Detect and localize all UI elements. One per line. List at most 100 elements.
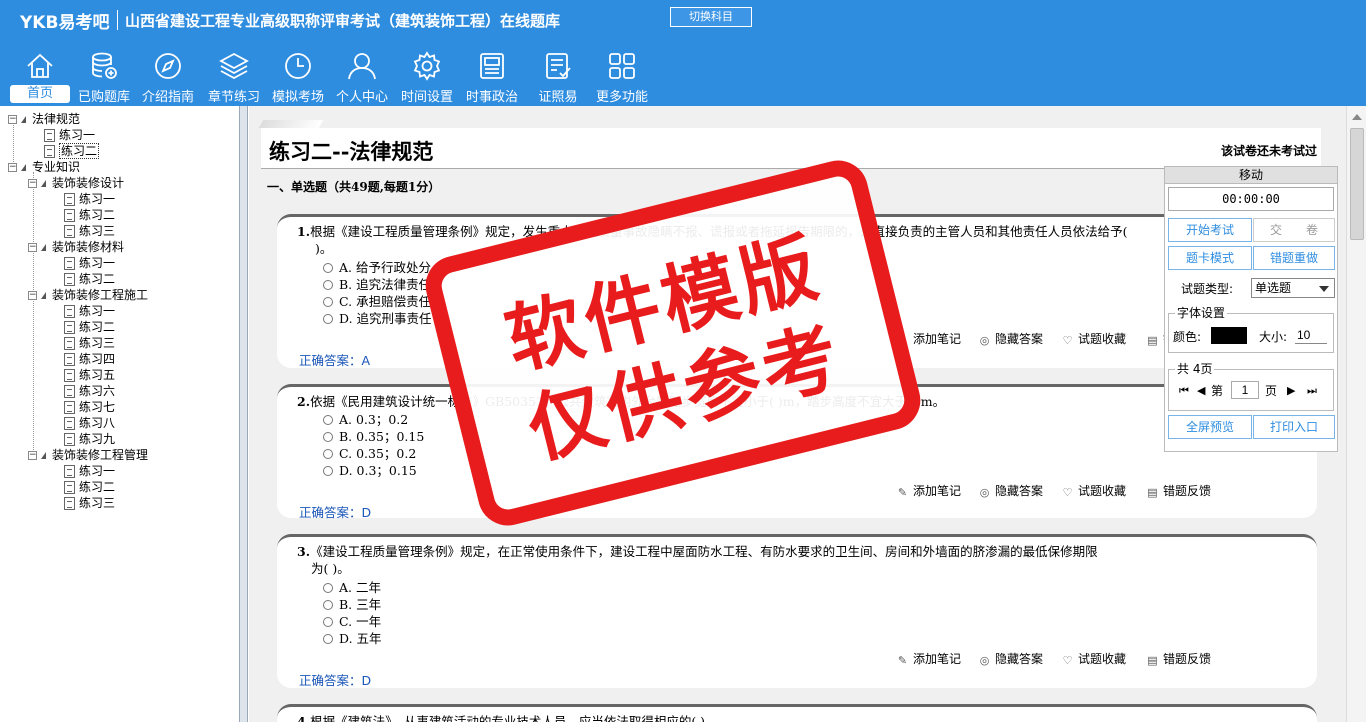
nav-more[interactable]: 更多功能: [590, 46, 654, 105]
tree-node-group[interactable]: − 装饰装修工程施工: [28, 287, 148, 303]
switch-subject-button[interactable]: 切换科目: [670, 7, 752, 27]
option-d[interactable]: D. 0.3；0.15: [323, 462, 417, 479]
tree-node-root[interactable]: − 专业知识: [8, 159, 80, 175]
option-d[interactable]: D. 五年: [323, 630, 382, 647]
tree-node-group[interactable]: − 装饰装修材料: [28, 239, 124, 255]
tree-leaf[interactable]: 练习四: [64, 351, 115, 367]
radio-button[interactable]: [323, 600, 333, 610]
radio-button[interactable]: [323, 634, 333, 644]
tree-node-root[interactable]: − 法律规范: [8, 111, 80, 127]
nav-guide[interactable]: 介绍指南: [136, 46, 200, 105]
grid-icon: [606, 50, 638, 82]
scroll-thumb[interactable]: [1350, 128, 1364, 240]
nav-purchased[interactable]: 已购题库: [72, 46, 136, 105]
start-exam-button[interactable]: 开始考试: [1168, 218, 1252, 242]
nav-current-affairs[interactable]: 时事政治: [460, 46, 524, 105]
next-page-icon[interactable]: ▶: [1287, 382, 1295, 400]
option-d[interactable]: D. 追究刑事责任: [323, 310, 432, 327]
nav-home[interactable]: 首页: [8, 46, 72, 104]
font-color-swatch[interactable]: [1211, 327, 1247, 344]
collapse-toggle-icon[interactable]: −: [8, 163, 17, 172]
add-note-button[interactable]: ✎ 添加笔记: [897, 483, 961, 499]
tree-leaf[interactable]: 练习二: [64, 479, 115, 495]
tree-leaf[interactable]: 练习一: [44, 127, 95, 143]
size-label: 大小:: [1259, 330, 1288, 344]
tree-leaf[interactable]: 练习九: [64, 431, 115, 447]
radio-button[interactable]: [323, 449, 333, 459]
collapse-toggle-icon[interactable]: −: [8, 115, 17, 124]
radio-button[interactable]: [323, 466, 333, 476]
tree-leaf[interactable]: 练习三: [64, 223, 115, 239]
favorite-button[interactable]: ♡ 试题收藏: [1062, 483, 1126, 499]
hide-answer-button[interactable]: ◎ 隐藏答案: [979, 331, 1043, 347]
scroll-up-icon[interactable]: [1352, 114, 1362, 120]
nav-time-settings[interactable]: 时间设置: [395, 46, 459, 105]
radio-button[interactable]: [323, 415, 333, 425]
tree-leaf[interactable]: 练习二: [64, 207, 115, 223]
nav-profile[interactable]: 个人中心: [330, 46, 394, 105]
heart-icon: ♡: [1062, 334, 1073, 347]
nav-mock-exam[interactable]: 模拟考场: [266, 46, 330, 105]
option-b[interactable]: B. 三年: [323, 596, 381, 613]
tree-leaf[interactable]: 练习二: [64, 271, 115, 287]
radio-button[interactable]: [323, 263, 333, 273]
feedback-button[interactable]: ▤错题反馈: [1147, 483, 1211, 499]
option-c[interactable]: C. 一年: [323, 613, 381, 630]
prev-page-icon[interactable]: ◀: [1197, 382, 1205, 400]
radio-button[interactable]: [323, 280, 333, 290]
print-button[interactable]: 打印入口: [1253, 415, 1335, 439]
option-a[interactable]: A. 0.3；0.2: [323, 411, 408, 428]
option-b[interactable]: B. 0.35；0.15: [323, 428, 424, 445]
tree-leaf[interactable]: 练习七: [64, 399, 115, 415]
radio-button[interactable]: [323, 617, 333, 627]
option-c[interactable]: C. 0.35；0.2: [323, 445, 416, 462]
redo-wrong-button[interactable]: 错题重做: [1253, 246, 1335, 270]
tree-leaf[interactable]: 练习五: [64, 367, 115, 383]
nav-license[interactable]: 证照易: [526, 46, 590, 105]
question-type-select[interactable]: 单选题: [1251, 278, 1335, 298]
nav-chapter-practice[interactable]: 章节练习: [202, 46, 266, 105]
feedback-button[interactable]: ▤错题反馈: [1147, 651, 1211, 667]
font-size-input[interactable]: [1295, 326, 1327, 344]
option-c[interactable]: C. 承担赔偿责任: [323, 293, 431, 310]
page-number-input[interactable]: [1231, 381, 1259, 399]
question-card: 2.依据《民用建筑设计统一标准》GB50352，公共建筑室内外台阶踏步宽度不宜小…: [277, 384, 1317, 520]
tree-node-group[interactable]: − 装饰装修设计: [28, 175, 124, 191]
collapse-toggle-icon[interactable]: −: [28, 451, 37, 460]
tree-leaf-selected[interactable]: 练习二: [44, 143, 100, 159]
tree-leaf[interactable]: 练习一: [64, 303, 115, 319]
tree-leaf[interactable]: 练习一: [64, 255, 115, 271]
tree-leaf[interactable]: 练习一: [64, 191, 115, 207]
tree-leaf[interactable]: 练习三: [64, 495, 115, 511]
favorite-button[interactable]: ♡ 试题收藏: [1062, 651, 1126, 667]
radio-button[interactable]: [323, 297, 333, 307]
tree-leaf[interactable]: 练习二: [64, 319, 115, 335]
fullscreen-preview-button[interactable]: 全屏预览: [1168, 415, 1252, 439]
submit-button[interactable]: 交 卷: [1253, 218, 1335, 242]
panel-move-handle[interactable]: 移动: [1165, 167, 1337, 184]
hide-answer-button[interactable]: ◎ 隐藏答案: [979, 483, 1043, 499]
tree-leaf[interactable]: 练习八: [64, 415, 115, 431]
last-page-icon[interactable]: ⏭: [1307, 382, 1317, 400]
hide-answer-button[interactable]: ◎ 隐藏答案: [979, 651, 1043, 667]
tree-leaf[interactable]: 练习三: [64, 335, 115, 351]
main-scrollbar[interactable]: [1346, 106, 1366, 722]
splitter[interactable]: [240, 106, 248, 722]
tree-leaf[interactable]: 练习六: [64, 383, 115, 399]
collapse-toggle-icon[interactable]: −: [28, 179, 37, 188]
card-mode-button[interactable]: 题卡模式: [1168, 246, 1252, 270]
tree-leaf[interactable]: 练习一: [64, 463, 115, 479]
radio-button[interactable]: [323, 432, 333, 442]
add-note-button[interactable]: ✎ 添加笔记: [897, 651, 961, 667]
option-a[interactable]: A. 二年: [323, 579, 381, 596]
tree-node-group[interactable]: − 装饰装修工程管理: [28, 447, 148, 463]
option-b[interactable]: B. 追究法律责任: [323, 276, 431, 293]
option-a[interactable]: A. 给予行政处分: [323, 259, 431, 276]
add-note-button[interactable]: ✎ 添加笔记: [897, 331, 961, 347]
collapse-toggle-icon[interactable]: −: [28, 291, 37, 300]
radio-button[interactable]: [323, 583, 333, 593]
first-page-icon[interactable]: ⏮: [1179, 382, 1189, 400]
collapse-toggle-icon[interactable]: −: [28, 243, 37, 252]
radio-button[interactable]: [323, 314, 333, 324]
favorite-button[interactable]: ♡ 试题收藏: [1062, 331, 1126, 347]
